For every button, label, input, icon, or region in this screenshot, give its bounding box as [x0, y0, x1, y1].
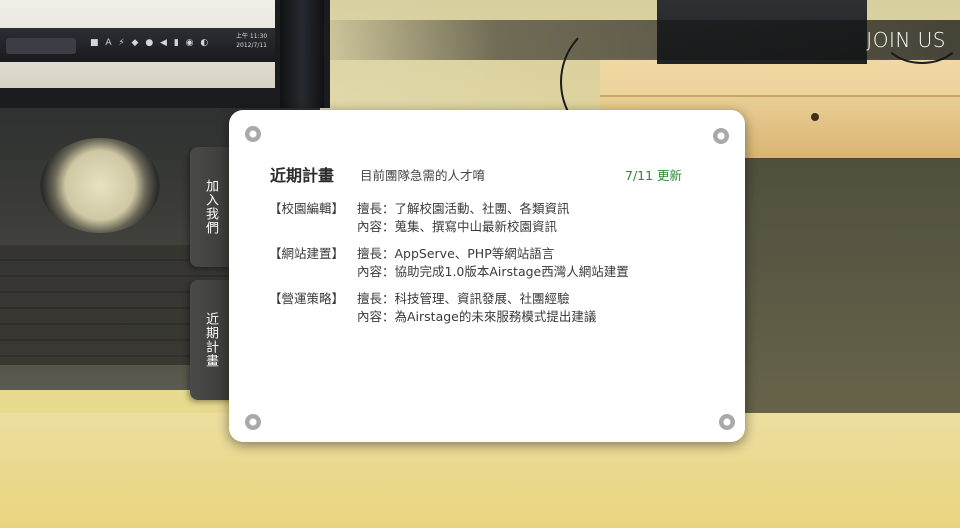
card-subtitle: 目前團隊急需的人才唷: [360, 168, 486, 183]
shelf-hole: [811, 113, 819, 121]
section-campus-editor: 【校園編輯】 擅長：了解校園活動、社團、各類資訊 內容：蒐集、撰寫中山最新校園資訊: [269, 200, 570, 236]
tab-recent-plans[interactable]: 近期計畫: [190, 280, 234, 400]
section-skills: 擅長：科技管理、資訊發展、社團經驗: [357, 291, 570, 306]
section-tag: 【營運策略】: [269, 291, 345, 306]
tab-join-us-label: 加入我們: [203, 179, 218, 235]
section-content: 內容：為Airstage的未來服務模式提出建議: [357, 309, 597, 324]
taskbar-tab: [6, 38, 76, 54]
taskbar-icons: ■ A ⚡ ◆ ● ◀ ▮ ◉ ◐: [90, 38, 211, 48]
taskbar-clock: 上午 11:30 2012/7/11: [236, 32, 267, 50]
tab-recent-plans-label: 近期計畫: [203, 312, 218, 368]
section-skills: 擅長：AppServe、PHP等網站語言: [357, 246, 555, 261]
screw-icon: [719, 414, 735, 430]
screw-icon: [245, 414, 261, 430]
join-us-link[interactable]: JOIN US: [866, 28, 946, 52]
screw-icon: [713, 128, 729, 144]
taskbar-clock-date: 2012/7/11: [236, 42, 267, 49]
card-title: 近期計畫: [270, 166, 335, 185]
screw-icon: [245, 126, 261, 142]
monitor: ■ A ⚡ ◆ ● ◀ ▮ ◉ ◐ 上午 11:30 2012/7/11: [0, 0, 330, 108]
section-tag: 【校園編輯】: [269, 201, 345, 216]
section-content: 內容：蒐集、撰寫中山最新校園資訊: [357, 219, 558, 234]
monitor-screen: ■ A ⚡ ◆ ● ◀ ▮ ◉ ◐ 上午 11:30 2012/7/11: [0, 0, 275, 88]
dark-panel: [744, 158, 960, 413]
section-website-build: 【網站建置】 擅長：AppServe、PHP等網站語言 內容：協助完成1.0版本A…: [269, 245, 629, 281]
update-date: 7/11 更新: [625, 168, 683, 183]
section-skills: 擅長：了解校園活動、社團、各類資訊: [357, 201, 570, 216]
taskbar-clock-time: 上午 11:30: [236, 33, 268, 40]
section-content: 內容：協助完成1.0版本Airstage西灣人網站建置: [357, 264, 629, 279]
monitor-taskbar: ■ A ⚡ ◆ ● ◀ ▮ ◉ ◐ 上午 11:30 2012/7/11: [0, 28, 275, 62]
recent-plans-card: 近期計畫 目前團隊急需的人才唷 7/11 更新 【校園編輯】 擅長：了解校園活動、…: [229, 110, 745, 442]
section-tag: 【網站建置】: [269, 246, 345, 261]
tab-join-us[interactable]: 加入我們: [190, 147, 234, 267]
section-operation-strategy: 【營運策略】 擅長：科技管理、資訊發展、社團經驗 內容：為Airstage的未來服…: [269, 290, 596, 326]
speaker-ring: [40, 138, 160, 233]
top-bar: [300, 20, 960, 60]
